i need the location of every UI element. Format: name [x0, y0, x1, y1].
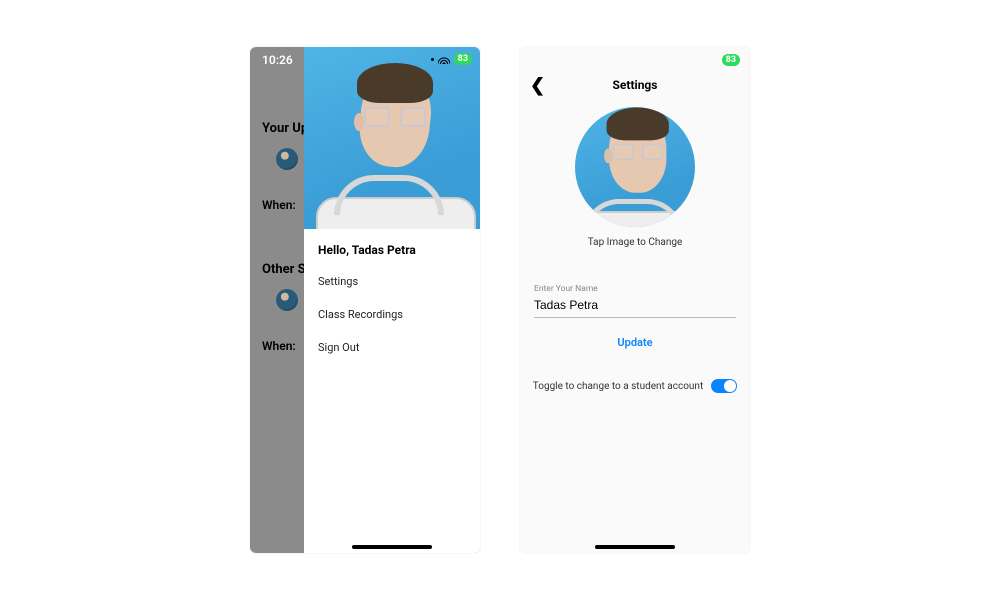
home-indicator[interactable]	[352, 545, 432, 549]
student-account-toggle[interactable]	[711, 379, 737, 393]
profile-avatar[interactable]	[575, 107, 695, 227]
drawer-item-class-recordings[interactable]: Class Recordings	[304, 298, 480, 331]
tap-image-hint: Tap Image to Change	[520, 237, 750, 248]
battery-badge: 83	[722, 54, 740, 66]
name-input[interactable]	[534, 297, 736, 312]
dot-icon	[431, 58, 434, 61]
portrait-collar	[583, 199, 683, 227]
name-field-label: Enter Your Name	[534, 284, 736, 294]
phone-settings-screen: 83 ❮ Settings Tap Image to Change Enter …	[520, 47, 750, 553]
status-time: 10:26	[262, 53, 293, 67]
update-button[interactable]: Update	[520, 336, 750, 349]
bg-avatar-small	[276, 289, 298, 311]
home-indicator[interactable]	[595, 545, 675, 549]
student-toggle-row: Toggle to change to a student account	[520, 379, 750, 393]
drawer-item-settings[interactable]: Settings	[304, 265, 480, 298]
phone-drawer-screen: 10:26 Your Up When: Other S When: 83	[250, 47, 480, 553]
status-bar-right: 83	[431, 53, 472, 65]
page-title: Settings	[613, 78, 658, 92]
toggle-label: Toggle to change to a student account	[533, 381, 703, 392]
battery-badge: 83	[454, 53, 472, 65]
drawer-greeting: Hello, Tadas Petra	[304, 229, 480, 265]
title-bar: ❮ Settings	[520, 67, 750, 103]
name-field[interactable]: Enter Your Name	[534, 284, 736, 318]
navigation-drawer: 83 Hello, Tadas Petra Settings Class Rec…	[304, 47, 480, 553]
back-button[interactable]: ❮	[530, 75, 545, 96]
bg-avatar-small	[276, 148, 298, 170]
drawer-profile-image[interactable]: 83	[304, 47, 480, 229]
portrait-collar	[334, 175, 444, 215]
status-bar: 83	[520, 47, 750, 67]
drawer-item-sign-out[interactable]: Sign Out	[304, 331, 480, 364]
wifi-icon	[438, 55, 450, 64]
